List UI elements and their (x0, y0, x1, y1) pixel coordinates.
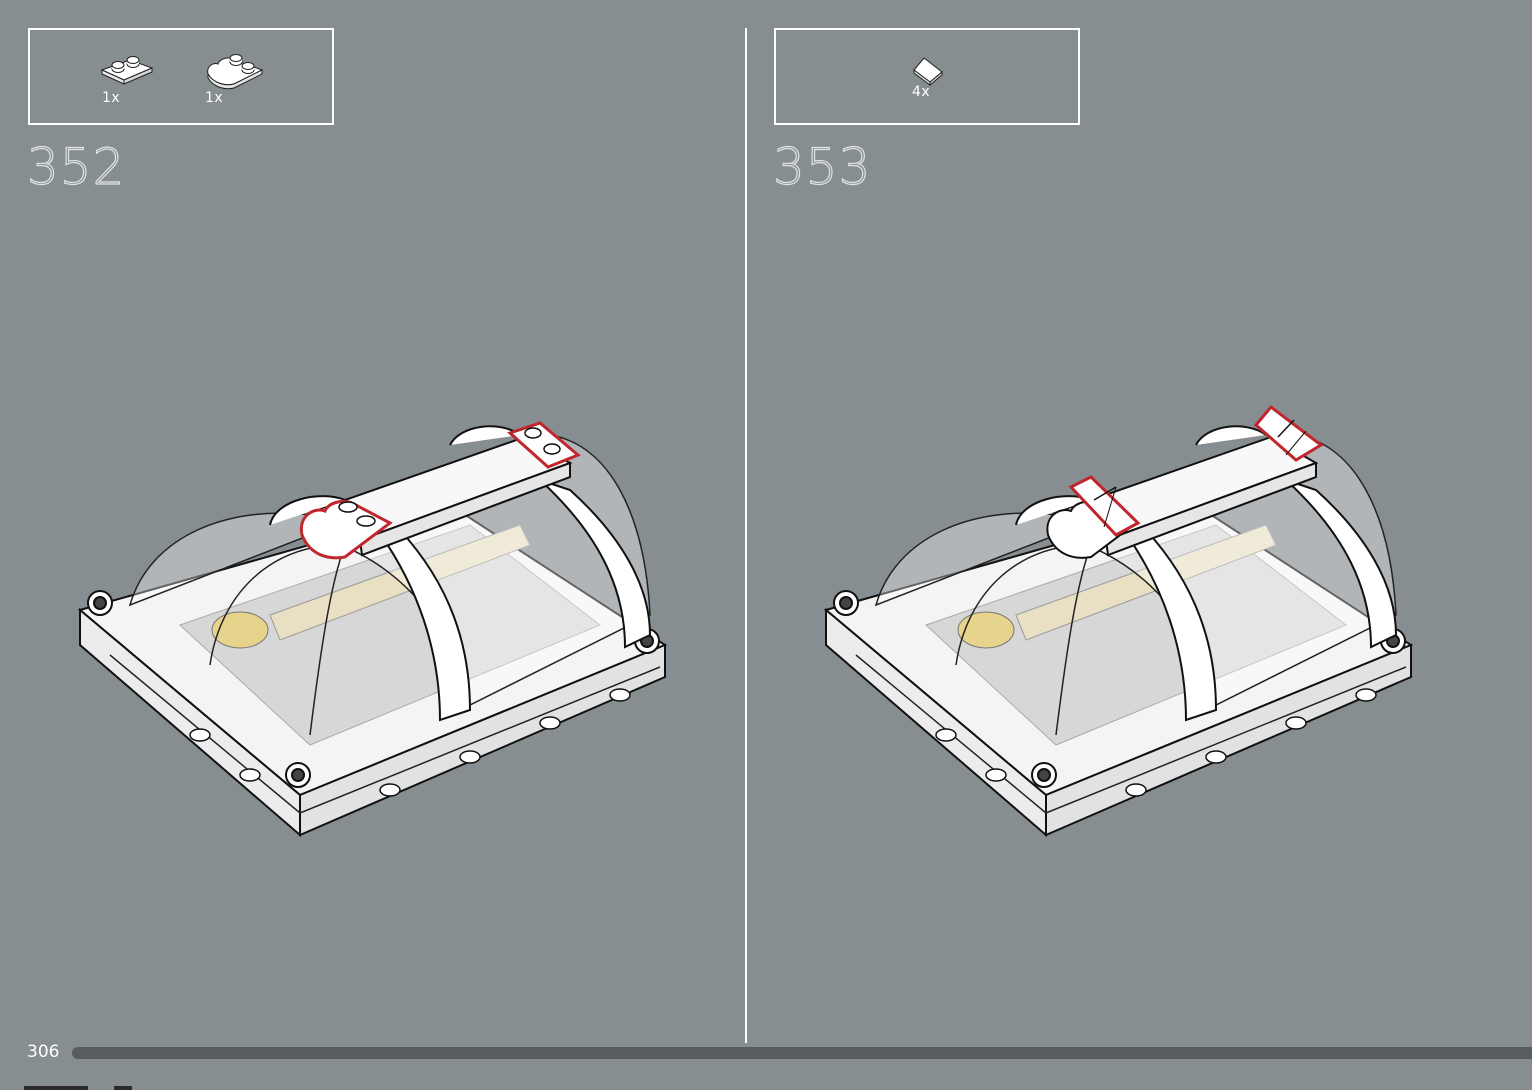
part-quantity: 4x (912, 84, 931, 100)
progress-fill (72, 1047, 1532, 1059)
page-number: 306 (27, 1042, 60, 1062)
slope-tile-white-icon (910, 56, 946, 86)
step-number: 352 (26, 138, 126, 196)
progress-bar (72, 1047, 1532, 1059)
wing-plate-white-icon (204, 48, 266, 90)
part-quantity: 1x (205, 90, 224, 106)
build-model-step-352 (70, 415, 680, 850)
parts-callout-step-352: 1x 1x (28, 28, 334, 125)
footer-mark (24, 1086, 88, 1090)
build-model-step-353 (816, 400, 1426, 845)
step-number: 353 (772, 138, 872, 196)
part-quantity: 1x (102, 90, 121, 106)
footer-mark (114, 1086, 132, 1090)
step-divider (745, 28, 747, 1043)
plate-1x2-white-icon (100, 54, 156, 86)
parts-callout-step-353: 4x (774, 28, 1080, 125)
